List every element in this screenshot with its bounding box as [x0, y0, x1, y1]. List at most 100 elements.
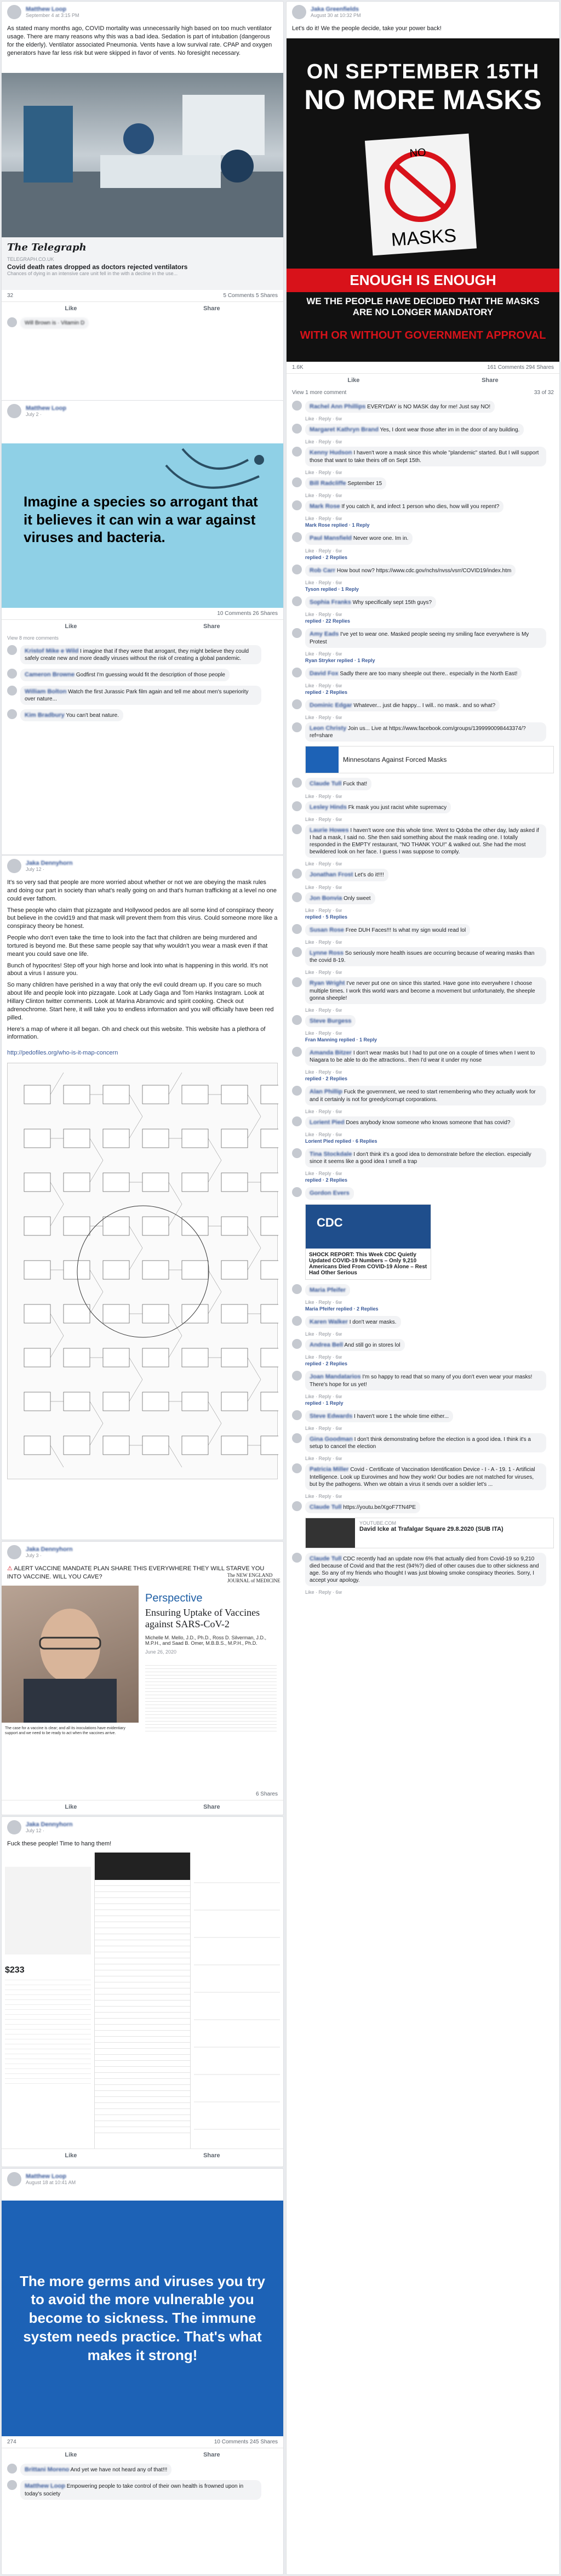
commenter-name[interactable]: Cameron Browne	[25, 671, 75, 678]
comment-actions[interactable]: Like · Reply · 6w	[305, 1331, 559, 1337]
commenter-name[interactable]: Claude Tull	[310, 1555, 341, 1562]
commenter-name[interactable]: Rachel Ann Phillips	[310, 403, 365, 410]
post-time[interactable]: July 2 ·	[26, 412, 66, 417]
comment-actions[interactable]: Like · Reply · 6w	[305, 416, 559, 421]
author-name[interactable]: Jaka Dennyhorn	[26, 1546, 73, 1553]
comment-actions[interactable]: Like · Reply · 6w	[305, 493, 559, 498]
like-button[interactable]: Like	[65, 305, 77, 312]
post-time[interactable]: August 30 at 10:32 PM	[311, 13, 361, 18]
comment-actions[interactable]: Like · Reply · 6w	[305, 1132, 559, 1137]
commenter-name[interactable]: Lesley Hinds	[310, 804, 347, 811]
commenter-name[interactable]: Lorient Pied	[310, 1119, 345, 1126]
commenter-name[interactable]: Andrea Bell	[310, 1342, 343, 1348]
commenter-name[interactable]: Alan Phillip	[310, 1088, 342, 1095]
view-replies[interactable]: replied · 5 Replies	[305, 914, 559, 920]
avatar[interactable]	[292, 1315, 302, 1326]
commenter-name[interactable]: Maria Pfeifer	[310, 1287, 346, 1293]
author-name[interactable]: Jaka Dennyhorn	[26, 860, 73, 867]
avatar[interactable]	[292, 1501, 302, 1511]
avatar[interactable]	[292, 400, 302, 411]
germs-image[interactable]: The more germs and viruses you try to av…	[2, 2201, 283, 2436]
avatar[interactable]	[292, 1339, 302, 1349]
commenter-name[interactable]: Joan Mandatarios	[310, 1374, 361, 1380]
comment-actions[interactable]: Like · Reply · 6w	[305, 1069, 559, 1075]
avatar[interactable]	[292, 667, 302, 677]
avatar[interactable]	[292, 564, 302, 574]
commenter-name[interactable]: Patricia Miller	[310, 1466, 349, 1473]
view-replies[interactable]: Maria Pfeifer replied · 2 Replies	[305, 1306, 559, 1312]
view-replies[interactable]: replied · 22 Replies	[305, 618, 559, 624]
commenter-name[interactable]: David Fox	[310, 670, 339, 677]
like-button[interactable]: Like	[347, 377, 359, 384]
comment-actions[interactable]: Like · Reply · 6w	[305, 1171, 559, 1176]
view-replies[interactable]: replied · 1 Reply	[305, 1400, 559, 1406]
like-button[interactable]: Like	[65, 2452, 77, 2458]
post-time[interactable]: July 12 ·	[26, 867, 73, 872]
avatar[interactable]	[292, 924, 302, 934]
share-count[interactable]: 6 Shares	[256, 1791, 278, 1797]
comment-actions[interactable]: Like · Reply · 6w	[305, 1494, 559, 1499]
commenter-name[interactable]: Susan Rose	[310, 927, 344, 933]
comment-actions[interactable]: Like · Reply · 6w	[305, 1030, 559, 1036]
comment-actions[interactable]: Like · Reply · 6w	[305, 1426, 559, 1431]
comment-actions[interactable]: Like · Reply · 6w	[305, 817, 559, 822]
post-time[interactable]: September 4 at 3:15 PM	[26, 13, 79, 18]
share-button[interactable]: Share	[203, 305, 220, 312]
commenter-name[interactable]: Ryan Wright	[310, 980, 345, 987]
comment-actions[interactable]: Like · Reply · 6w	[305, 1354, 559, 1360]
avatar[interactable]	[292, 500, 302, 511]
comment-actions[interactable]: Like · Reply · 6w	[305, 1300, 559, 1305]
avatar[interactable]	[292, 1371, 302, 1381]
comment-actions[interactable]: Like · Reply · 6w	[305, 612, 559, 617]
comment-actions[interactable]: Like · Reply · 6w	[305, 939, 559, 945]
avatar[interactable]	[7, 5, 21, 19]
avatar[interactable]	[7, 404, 21, 418]
comment-share-count[interactable]: 10 Comments 245 Shares	[214, 2439, 278, 2445]
commenter-name[interactable]: Claude Tull	[310, 780, 341, 787]
author-name[interactable]: Matthew Loop	[26, 6, 79, 13]
avatar[interactable]	[7, 2464, 17, 2474]
commenter-name[interactable]: William Bolton	[25, 688, 66, 695]
avatar[interactable]	[292, 722, 302, 733]
avatar[interactable]	[292, 477, 302, 487]
share-button[interactable]: Share	[203, 2152, 220, 2159]
avatar[interactable]	[292, 1187, 302, 1198]
avatar[interactable]	[292, 1047, 302, 1057]
avatar[interactable]	[292, 1086, 302, 1096]
link-preview[interactable]: The Telegraph TELEGRAPH.CO.UK Covid deat…	[2, 237, 283, 290]
avatar[interactable]	[7, 317, 17, 327]
commenter-name[interactable]: Brittani Moreno	[25, 2466, 69, 2473]
comment-actions[interactable]: Like · Reply · 6w	[305, 651, 559, 657]
commenter-name[interactable]: Steve Burgess	[310, 1018, 351, 1024]
comment-actions[interactable]: Like · Reply · 6w	[305, 861, 559, 867]
avatar[interactable]	[292, 447, 302, 457]
commenter-name[interactable]: Rob Carr	[310, 567, 335, 574]
author-name[interactable]: Jaka Dennyhorn	[26, 1821, 73, 1828]
commenter-name[interactable]: Mark Rose	[310, 503, 340, 510]
avatar[interactable]	[292, 1116, 302, 1126]
comment-share-count[interactable]: 5 Comments 5 Shares	[224, 293, 278, 299]
avatar[interactable]	[292, 532, 302, 543]
avatar[interactable]	[292, 892, 302, 902]
commenter-name[interactable]: Kenny Hudson	[310, 449, 352, 456]
comment-actions[interactable]: Like · Reply · 6w	[305, 885, 559, 890]
share-button[interactable]: Share	[482, 377, 499, 384]
avatar[interactable]	[292, 5, 306, 19]
view-replies[interactable]: Mark Rose replied · 1 Reply	[305, 522, 559, 528]
avatar[interactable]	[292, 1433, 302, 1444]
avatar[interactable]	[292, 1463, 302, 1474]
avatar[interactable]	[7, 2172, 21, 2186]
cdc-article-card[interactable]: CDC SHOCK REPORT: This Week CDC Quietly U…	[305, 1204, 431, 1280]
comment-actions[interactable]: Like · Reply · 6w	[305, 1394, 559, 1399]
share-button[interactable]: Share	[203, 623, 220, 630]
view-replies[interactable]: replied · 2 Replies	[305, 1361, 559, 1366]
post-time[interactable]: August 18 at 10:41 AM	[26, 2180, 76, 2185]
commenter-name[interactable]: Tina Stockdale	[310, 1151, 352, 1158]
avatar[interactable]	[7, 859, 21, 873]
avatar[interactable]	[7, 645, 17, 655]
avatar[interactable]	[292, 1015, 302, 1025]
avatar[interactable]	[292, 778, 302, 788]
avatar[interactable]	[292, 424, 302, 434]
view-replies[interactable]: Lorient Pied replied · 6 Replies	[305, 1138, 559, 1144]
avatar[interactable]	[7, 685, 17, 696]
